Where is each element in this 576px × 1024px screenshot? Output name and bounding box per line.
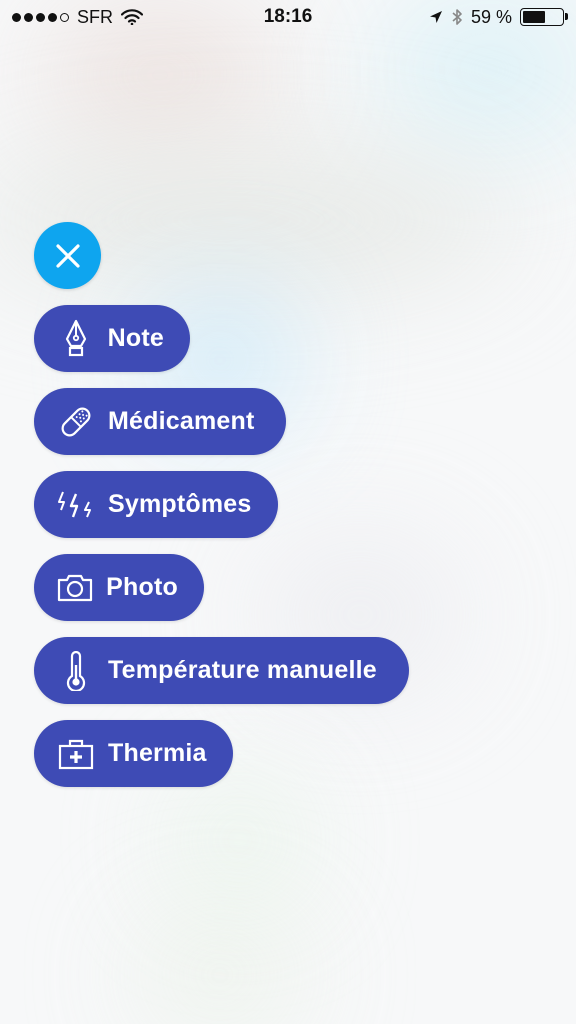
location-arrow-icon [429,11,442,23]
carrier-name: SFR [77,6,113,27]
signal-strength-icon [12,12,69,22]
menu-item-label: Thermia [108,739,207,767]
menu-item-thermia[interactable]: Thermia [34,720,233,787]
lightning-bolts-icon [54,483,98,527]
status-right: 59 % [429,6,568,28]
menu-item-temperature-manuelle[interactable]: Température manuelle [34,637,409,704]
menu-item-label: Médicament [108,407,255,435]
camera-icon [54,566,96,610]
thermometer-icon [54,649,98,693]
status-time: 18:16 [263,6,313,27]
status-left: SFR [12,7,143,28]
menu-item-label: Symptômes [108,490,252,518]
menu-item-symptomes[interactable]: Symptômes [34,471,278,538]
menu-item-label: Note [107,324,164,352]
menu-item-label: Photo [106,573,178,601]
pen-nib-icon [54,317,98,361]
pill-icon [54,400,98,444]
bluetooth-icon [452,9,462,25]
menu-item-photo[interactable]: Photo [34,554,204,621]
menu-item-note[interactable]: Note [34,305,190,372]
close-icon [55,243,80,268]
wifi-icon [121,9,143,25]
battery-icon [520,8,568,26]
first-aid-kit-icon [54,732,98,776]
close-menu-button[interactable] [34,222,101,289]
battery-percentage: 59 % [470,6,512,27]
menu-item-label: Température manuelle [108,656,377,684]
menu-item-medicament[interactable]: Médicament [34,388,286,455]
status-bar: SFR 18:16 59 % [0,0,576,34]
